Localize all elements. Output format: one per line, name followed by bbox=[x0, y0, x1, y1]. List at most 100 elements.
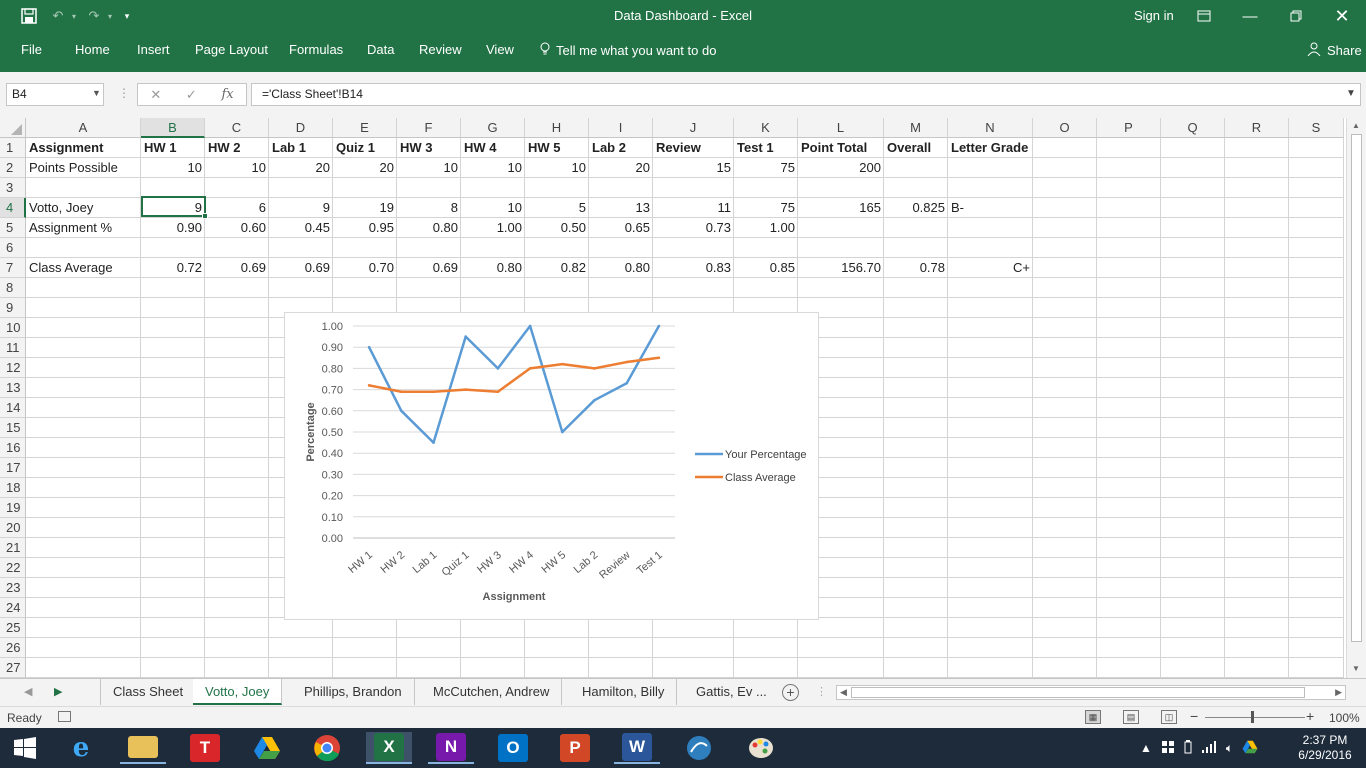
row-header-3[interactable]: 3 bbox=[0, 178, 26, 198]
action-center-icon[interactable] bbox=[1161, 740, 1175, 757]
cell-g4[interactable]: 10 bbox=[461, 198, 525, 218]
column-header-b[interactable]: B bbox=[141, 118, 205, 138]
column-header-h[interactable]: H bbox=[525, 118, 589, 138]
cell-j1[interactable]: Review bbox=[653, 138, 734, 158]
tab-insert[interactable]: Insert bbox=[137, 42, 170, 57]
show-hidden-icons-icon[interactable]: ▲ bbox=[1140, 741, 1152, 755]
vertical-scroll-thumb[interactable] bbox=[1351, 134, 1362, 642]
sign-in-link[interactable]: Sign in bbox=[1134, 8, 1174, 23]
data-point[interactable] bbox=[400, 409, 403, 413]
cell-m7[interactable]: 0.78 bbox=[884, 258, 948, 278]
cell-e1[interactable]: Quiz 1 bbox=[333, 138, 397, 158]
row-header-27[interactable]: 27 bbox=[0, 658, 26, 678]
zoom-level[interactable]: 100% bbox=[1329, 711, 1360, 725]
column-header-s[interactable]: S bbox=[1289, 118, 1344, 138]
horizontal-scrollbar[interactable]: ◀ ▶ bbox=[836, 685, 1346, 700]
save-icon[interactable] bbox=[18, 6, 40, 26]
column-header-e[interactable]: E bbox=[333, 118, 397, 138]
select-all-corner[interactable] bbox=[0, 118, 26, 138]
outlook-icon[interactable]: O bbox=[490, 732, 536, 764]
excel-icon[interactable]: X bbox=[366, 732, 412, 764]
file-explorer-icon[interactable] bbox=[120, 732, 166, 764]
cell-c1[interactable]: HW 2 bbox=[205, 138, 269, 158]
row-header-12[interactable]: 12 bbox=[0, 358, 26, 378]
row-header-23[interactable]: 23 bbox=[0, 578, 26, 598]
network-app-icon[interactable] bbox=[676, 732, 722, 764]
row-header-18[interactable]: 18 bbox=[0, 478, 26, 498]
restore-icon[interactable] bbox=[1276, 4, 1316, 28]
zoom-slider[interactable] bbox=[1205, 717, 1305, 718]
cell-a1[interactable]: Assignment bbox=[26, 138, 141, 158]
column-header-d[interactable]: D bbox=[269, 118, 333, 138]
cell-a5[interactable]: Assignment % bbox=[26, 218, 141, 238]
row-header-4[interactable]: 4 bbox=[0, 198, 26, 218]
page-layout-view-icon[interactable]: ▤ bbox=[1123, 710, 1139, 724]
insert-function-icon[interactable]: fx bbox=[221, 87, 233, 102]
row-header-26[interactable]: 26 bbox=[0, 638, 26, 658]
scroll-tabs-right-icon[interactable]: ▶ bbox=[54, 685, 62, 698]
wifi-signal-icon[interactable] bbox=[1201, 740, 1217, 756]
cell-j2[interactable]: 15 bbox=[653, 158, 734, 178]
customize-qat-icon[interactable]: ▾ bbox=[120, 6, 134, 26]
column-header-q[interactable]: Q bbox=[1161, 118, 1225, 138]
cell-i1[interactable]: Lab 2 bbox=[589, 138, 653, 158]
vertical-scrollbar[interactable]: ▲ ▼ bbox=[1346, 118, 1366, 678]
cell-n4[interactable]: B- bbox=[948, 198, 1033, 218]
cell-l2[interactable]: 200 bbox=[798, 158, 884, 178]
data-point[interactable] bbox=[593, 367, 596, 370]
cell-j7[interactable]: 0.83 bbox=[653, 258, 734, 278]
normal-view-icon[interactable]: ▦ bbox=[1085, 710, 1101, 724]
tab-split-grip-icon[interactable]: ⋮ bbox=[816, 685, 827, 698]
data-point[interactable] bbox=[657, 324, 661, 328]
cell-f7[interactable]: 0.69 bbox=[397, 258, 461, 278]
formula-bar-grip-icon[interactable]: ⋮ bbox=[118, 86, 130, 100]
cell-c4[interactable]: 6 bbox=[205, 198, 269, 218]
zoom-slider-thumb[interactable] bbox=[1251, 711, 1254, 723]
scroll-tabs-left-icon[interactable]: ◀ bbox=[24, 685, 32, 698]
sheet-tab-gattis-ev[interactable]: Gattis, Ev ... bbox=[684, 679, 779, 705]
google-drive-icon[interactable] bbox=[244, 732, 290, 764]
cell-g2[interactable]: 10 bbox=[461, 158, 525, 178]
cell-g1[interactable]: HW 4 bbox=[461, 138, 525, 158]
cell-a2[interactable]: Points Possible bbox=[26, 158, 141, 178]
tab-formulas[interactable]: Formulas bbox=[289, 42, 343, 57]
cell-i7[interactable]: 0.80 bbox=[589, 258, 653, 278]
taskbar-clock[interactable]: 2:37 PM 6/29/2016 bbox=[1290, 733, 1360, 763]
cell-m4[interactable]: 0.825 bbox=[884, 198, 948, 218]
sheet-tab-votto-joey[interactable]: Votto, Joey bbox=[193, 679, 283, 705]
tab-data[interactable]: Data bbox=[367, 42, 394, 57]
column-header-f[interactable]: F bbox=[397, 118, 461, 138]
cell-e7[interactable]: 0.70 bbox=[333, 258, 397, 278]
cell-a7[interactable]: Class Average bbox=[26, 258, 141, 278]
tab-file[interactable]: File bbox=[21, 42, 42, 57]
cell-b1[interactable]: HW 1 bbox=[141, 138, 205, 158]
scroll-left-icon[interactable]: ◀ bbox=[840, 687, 847, 698]
cell-h5[interactable]: 0.50 bbox=[525, 218, 589, 238]
column-header-a[interactable]: A bbox=[26, 118, 141, 138]
cell-c5[interactable]: 0.60 bbox=[205, 218, 269, 238]
cell-l1[interactable]: Point Total bbox=[798, 138, 884, 158]
cell-k4[interactable]: 75 bbox=[734, 198, 798, 218]
undo-dropdown-icon[interactable]: ▾ bbox=[68, 6, 80, 26]
data-point[interactable] bbox=[432, 390, 435, 394]
data-point[interactable] bbox=[593, 398, 596, 402]
cell-h1[interactable]: HW 5 bbox=[525, 138, 589, 158]
cell-d7[interactable]: 0.69 bbox=[269, 258, 333, 278]
volume-icon[interactable]: 🔈︎ bbox=[1226, 741, 1233, 756]
cell-k1[interactable]: Test 1 bbox=[734, 138, 798, 158]
cell-k5[interactable]: 1.00 bbox=[734, 218, 798, 238]
battery-icon[interactable] bbox=[1184, 739, 1192, 757]
undo-icon[interactable]: ↶ bbox=[48, 6, 68, 26]
sheet-tab-mccutchen-andrew[interactable]: McCutchen, Andrew bbox=[421, 679, 563, 705]
tab-page-layout[interactable]: Page Layout bbox=[195, 42, 268, 57]
cell-b5[interactable]: 0.90 bbox=[141, 218, 205, 238]
cell-f2[interactable]: 10 bbox=[397, 158, 461, 178]
formula-input[interactable]: ='Class Sheet'!B14 bbox=[251, 83, 1361, 106]
sheet-tab-hamilton-billy[interactable]: Hamilton, Billy bbox=[570, 679, 678, 705]
row-header-10[interactable]: 10 bbox=[0, 318, 26, 338]
ribbon-display-options-icon[interactable] bbox=[1184, 4, 1224, 28]
macro-record-icon[interactable] bbox=[58, 711, 71, 722]
cell-g5[interactable]: 1.00 bbox=[461, 218, 525, 238]
row-header-2[interactable]: 2 bbox=[0, 158, 26, 178]
enter-check-icon[interactable]: ✓ bbox=[186, 87, 197, 103]
